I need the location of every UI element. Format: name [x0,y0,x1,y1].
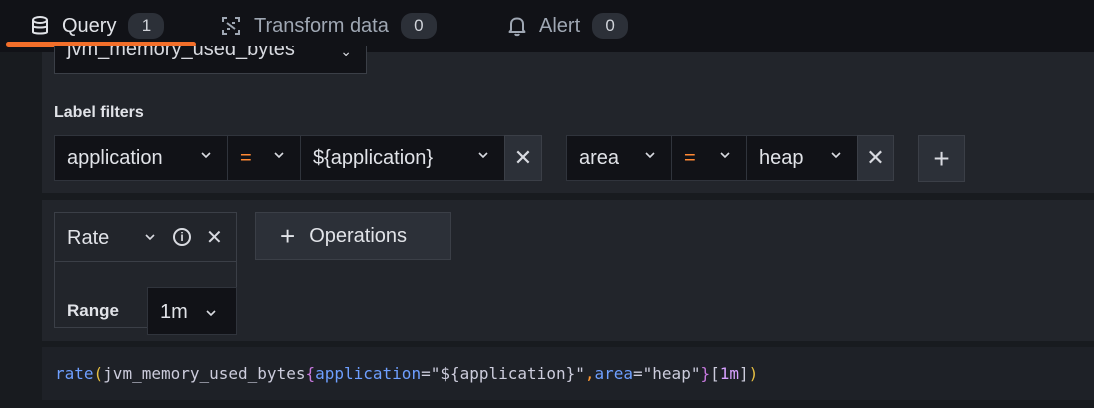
code-paren-open: ( [93,364,104,383]
filter-label-select[interactable]: application [54,135,228,181]
operation-name[interactable]: Rate [67,227,109,250]
query-builder-filters-section: jvm_memory_used_bytes ⌄ Label filters ap… [42,46,1094,193]
filter-operator-value: = [240,146,252,169]
add-operation-button[interactable]: + Operations [255,212,451,260]
metric-select-value: jvm_memory_used_bytes [67,46,295,60]
filter-label-value: application [67,146,163,169]
chevron-down-icon [206,310,216,317]
tab-transform-count: 0 [400,13,437,39]
filter-value-select[interactable]: ${application} [300,135,505,181]
tab-alert-label: Alert [539,14,581,37]
metric-select[interactable]: jvm_memory_used_bytes ⌄ [54,46,367,74]
chevron-down-icon [645,152,655,159]
filter-operator-select[interactable]: = [671,135,747,181]
close-icon: ✕ [513,145,533,170]
tab-alert[interactable]: Alert 0 [507,0,629,52]
code-range-open: [ [710,364,720,383]
add-operation-label: Operations [309,224,408,247]
query-preview: rate(jvm_memory_used_bytes{application="… [42,347,1094,400]
code-brace-close: } [700,364,711,383]
filter-value-select[interactable]: heap [746,135,858,181]
code-eq: = [421,364,431,383]
chevron-down-icon [720,152,730,159]
filter-value-value: ${application} [313,146,434,169]
code-value-application: "${application}" [430,364,585,383]
filter-label-select[interactable]: area [566,135,672,181]
editor-left-rail [0,52,42,408]
chevron-down-icon[interactable] [145,232,155,242]
close-icon[interactable]: ✕ [206,225,223,250]
filter-operator-value: = [684,146,696,169]
code-brace-open: { [305,364,316,383]
code-label-application: application [315,364,422,383]
add-filter-button[interactable]: + [918,135,965,182]
query-builder-operations-section: Rate i ✕ Range 1m + Operations [42,200,1094,341]
code-paren-close: ) [748,364,759,383]
tab-alert-count: 0 [592,13,629,39]
filter-value-value: heap [759,146,804,169]
bell-icon [508,17,526,37]
tab-query-count: 1 [128,13,165,39]
transform-icon [222,17,240,35]
code-metric: jvm_memory_used_bytes [103,364,306,383]
range-select[interactable]: 1m [147,287,237,335]
info-icon[interactable]: i [173,228,191,246]
database-icon [32,16,48,35]
code-function: rate [55,364,94,383]
remove-filter-button[interactable]: ✕ [857,135,894,181]
chevron-down-icon [274,152,284,159]
code-range-close: ] [739,364,749,383]
code-value-area: "heap" [642,364,701,383]
plus-icon: + [933,142,950,174]
operation-card-rate: Rate i ✕ Range 1m [54,212,237,335]
tab-query-label: Query [62,14,117,37]
range-param-label: Range [67,301,119,320]
filter-label-value: area [579,146,620,169]
plus-icon: + [280,220,296,251]
tab-transform-label: Transform data [254,14,389,37]
close-icon: ✕ [866,145,885,170]
code-label-area: area [594,364,634,383]
label-filters-title: Label filters [54,104,144,121]
query-tabs: Query 1 Transform data 0 Alert 0 [0,0,1094,52]
filter-operator-select[interactable]: = [227,135,301,181]
chevron-down-icon [201,152,211,159]
query-preview-code: rate(jvm_memory_used_bytes{application="… [55,364,758,383]
chevron-down-icon [831,152,841,159]
range-select-value: 1m [160,301,188,323]
tab-transform-data[interactable]: Transform data 0 [220,0,437,52]
remove-filter-button[interactable]: ✕ [504,135,542,181]
chevron-down-icon: ⌄ [340,46,352,59]
chevron-down-icon [478,152,488,159]
code-eq: = [633,364,643,383]
operation-card-header: Rate i ✕ [55,213,236,262]
code-range: 1m [719,364,739,383]
